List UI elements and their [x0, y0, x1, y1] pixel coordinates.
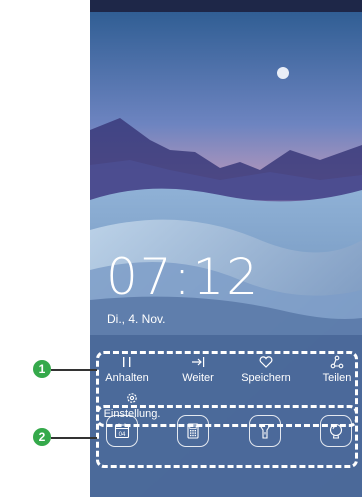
- callout-badge-1: 1: [33, 360, 51, 378]
- callout-badge-2: 2: [33, 428, 51, 446]
- status-bar: [90, 0, 362, 12]
- tools-highlight-box: [96, 405, 358, 468]
- callout-line-2: [51, 437, 97, 439]
- lock-clock: 07:12: [106, 248, 261, 306]
- callout-line-1: [51, 369, 97, 371]
- lock-date: Di., 4. Nov.: [107, 312, 166, 326]
